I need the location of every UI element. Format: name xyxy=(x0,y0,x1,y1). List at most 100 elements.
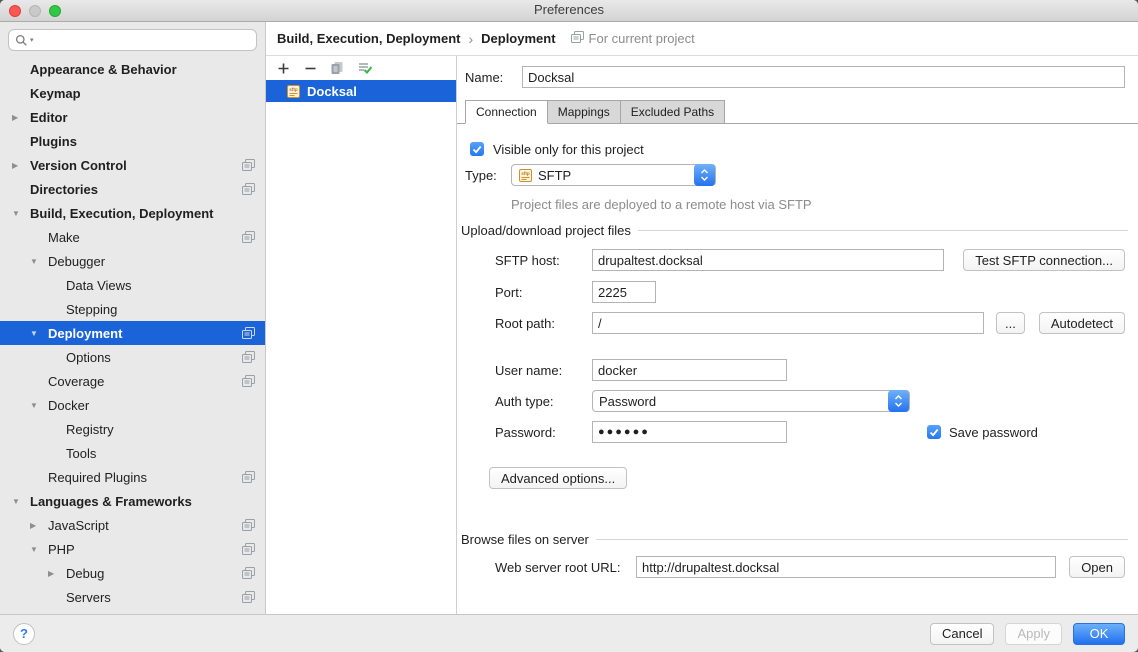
sidebar-item-plugins[interactable]: Plugins xyxy=(0,129,265,153)
project-scope-icon xyxy=(242,159,255,172)
tab-connection[interactable]: Connection xyxy=(465,100,548,124)
sidebar-item-keymap[interactable]: Keymap xyxy=(0,81,265,105)
sidebar-item-required-plugins[interactable]: Required Plugins xyxy=(0,465,265,489)
name-field[interactable] xyxy=(522,66,1125,88)
select-stepper-icon xyxy=(694,164,715,186)
chevron-down-icon[interactable]: ▼ xyxy=(30,545,48,554)
sidebar-item-debugger[interactable]: ▼Debugger xyxy=(0,249,265,273)
deployment-settings-panel: Name: ConnectionMappingsExcluded Paths V… xyxy=(457,56,1138,614)
duplicate-server-icon[interactable] xyxy=(329,60,345,76)
cancel-button[interactable]: Cancel xyxy=(930,623,994,645)
breadcrumb-separator-icon: › xyxy=(468,31,473,47)
sidebar-item-languages-frameworks[interactable]: ▼Languages & Frameworks xyxy=(0,489,265,513)
chevron-down-icon[interactable]: ▼ xyxy=(30,257,48,266)
type-select[interactable]: sftp SFTP xyxy=(511,164,716,186)
sftp-host-field[interactable] xyxy=(592,249,944,271)
sidebar-item-javascript[interactable]: ▶JavaScript xyxy=(0,513,265,537)
project-scope-icon xyxy=(242,543,255,556)
tab-mappings[interactable]: Mappings xyxy=(548,100,621,124)
sidebar-item-data-views[interactable]: Data Views xyxy=(0,273,265,297)
title-bar: Preferences xyxy=(0,0,1138,22)
sidebar-item-editor[interactable]: ▶Editor xyxy=(0,105,265,129)
autodetect-button[interactable]: Autodetect xyxy=(1039,312,1125,334)
port-label: Port: xyxy=(495,285,592,300)
port-field[interactable] xyxy=(592,281,656,303)
save-password-checkbox[interactable] xyxy=(927,425,941,439)
sidebar-item-label: Servers xyxy=(66,590,111,605)
sidebar-item-version-control[interactable]: ▶Version Control xyxy=(0,153,265,177)
apply-button[interactable]: Apply xyxy=(1005,623,1062,645)
sidebar-item-label: Deployment xyxy=(48,326,122,341)
ok-button[interactable]: OK xyxy=(1073,623,1125,645)
sidebar-item-label: Version Control xyxy=(30,158,127,173)
web-root-field[interactable] xyxy=(636,556,1056,578)
visible-only-checkbox[interactable] xyxy=(470,142,484,156)
sidebar-item-appearance-behavior[interactable]: Appearance & Behavior xyxy=(0,57,265,81)
user-name-field[interactable] xyxy=(592,359,787,381)
server-list-panel: sftp Docksal xyxy=(266,56,457,614)
chevron-down-icon[interactable]: ▼ xyxy=(30,329,48,338)
project-scope-icon xyxy=(571,31,584,47)
chevron-right-icon[interactable]: ▶ xyxy=(48,569,66,578)
project-scope-icon xyxy=(242,591,255,604)
password-field[interactable] xyxy=(592,421,787,443)
sidebar-item-label: Debugger xyxy=(48,254,105,269)
server-item-docksal[interactable]: sftp Docksal xyxy=(266,80,456,102)
sidebar-item-build-execution-deployment[interactable]: ▼Build, Execution, Deployment xyxy=(0,201,265,225)
svg-text:sftp: sftp xyxy=(521,171,530,176)
help-button[interactable]: ? xyxy=(13,623,35,645)
browse-root-path-button[interactable]: ... xyxy=(996,312,1025,334)
add-server-icon[interactable] xyxy=(275,60,291,76)
sidebar-item-directories[interactable]: Directories xyxy=(0,177,265,201)
sftp-server-icon: sftp xyxy=(286,84,301,99)
sidebar-item-debug[interactable]: ▶Debug xyxy=(0,561,265,585)
chevron-right-icon[interactable]: ▶ xyxy=(30,521,48,530)
sidebar-item-docker[interactable]: ▼Docker xyxy=(0,393,265,417)
sidebar-item-servers[interactable]: Servers xyxy=(0,585,265,609)
search-input[interactable]: ▾ xyxy=(8,29,257,51)
sidebar-item-coverage[interactable]: Coverage xyxy=(0,369,265,393)
close-window-button[interactable] xyxy=(9,5,21,17)
root-path-field[interactable] xyxy=(592,312,984,334)
chevron-down-icon[interactable]: ▼ xyxy=(12,209,30,218)
sidebar-item-label: Appearance & Behavior xyxy=(30,62,177,77)
sidebar-item-label: Make xyxy=(48,230,80,245)
breadcrumb-part[interactable]: Deployment xyxy=(481,31,555,46)
sidebar-item-options[interactable]: Options xyxy=(0,345,265,369)
sidebar-item-label: Keymap xyxy=(30,86,81,101)
settings-tree: Appearance & Behavior Keymap ▶EditorPlugin… xyxy=(0,57,265,609)
project-scope-icon xyxy=(242,375,255,388)
project-scope-icon xyxy=(242,231,255,244)
chevron-right-icon[interactable]: ▶ xyxy=(12,161,30,170)
remove-server-icon[interactable] xyxy=(302,60,318,76)
tab-excluded-paths[interactable]: Excluded Paths xyxy=(621,100,725,124)
sidebar-item-make[interactable]: Make xyxy=(0,225,265,249)
sidebar-item-stepping[interactable]: Stepping xyxy=(0,297,265,321)
auth-type-select[interactable]: Password xyxy=(592,390,910,412)
sidebar-item-label: JavaScript xyxy=(48,518,109,533)
chevron-right-icon[interactable]: ▶ xyxy=(12,113,30,122)
advanced-options-button[interactable]: Advanced options... xyxy=(489,467,627,489)
search-filter-dropdown-icon[interactable]: ▾ xyxy=(30,36,34,44)
sidebar-item-label: Debug xyxy=(66,566,104,581)
sidebar-item-php[interactable]: ▼PHP xyxy=(0,537,265,561)
chevron-down-icon[interactable]: ▼ xyxy=(30,401,48,410)
sidebar-item-tools[interactable]: Tools xyxy=(0,441,265,465)
breadcrumb-part[interactable]: Build, Execution, Deployment xyxy=(277,31,460,46)
save-password-label: Save password xyxy=(949,425,1038,440)
validate-server-icon[interactable] xyxy=(356,60,372,76)
server-item-label: Docksal xyxy=(307,84,357,99)
test-sftp-connection-button[interactable]: Test SFTP connection... xyxy=(963,249,1125,271)
auth-type-value: Password xyxy=(599,394,656,409)
sidebar-item-registry[interactable]: Registry xyxy=(0,417,265,441)
project-scope-icon xyxy=(242,327,255,340)
sftp-type-icon: sftp xyxy=(518,168,533,183)
sidebar-item-deployment[interactable]: ▼Deployment xyxy=(0,321,265,345)
chevron-down-icon[interactable]: ▼ xyxy=(12,497,30,506)
zoom-window-button[interactable] xyxy=(49,5,61,17)
sidebar-item-label: Required Plugins xyxy=(48,470,147,485)
open-url-button[interactable]: Open xyxy=(1069,556,1125,578)
project-scope-icon xyxy=(242,471,255,484)
minimize-window-button[interactable] xyxy=(29,5,41,17)
sidebar-item-label: Docker xyxy=(48,398,89,413)
